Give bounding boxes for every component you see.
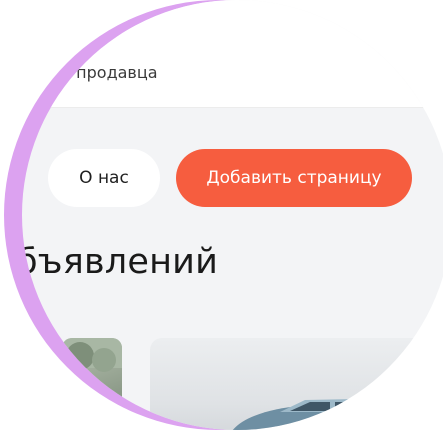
photo-thumbnail-icon: [62, 338, 122, 372]
add-page-button[interactable]: Добавить страницу: [176, 149, 412, 207]
circular-viewport: м продавца О нас Добавить страницу бъявл…: [0, 0, 443, 430]
listing-thumbnail-left[interactable]: [62, 338, 122, 430]
seller-link[interactable]: м продавца: [59, 63, 158, 82]
section-title: бъявлений: [22, 242, 219, 282]
top-bar: м продавца: [22, 0, 443, 108]
listing-card-main[interactable]: [150, 338, 443, 430]
page-viewport: м продавца О нас Добавить страницу бъявл…: [22, 0, 443, 430]
car-photo-icon: [232, 399, 410, 430]
about-button[interactable]: О нас: [48, 149, 160, 207]
